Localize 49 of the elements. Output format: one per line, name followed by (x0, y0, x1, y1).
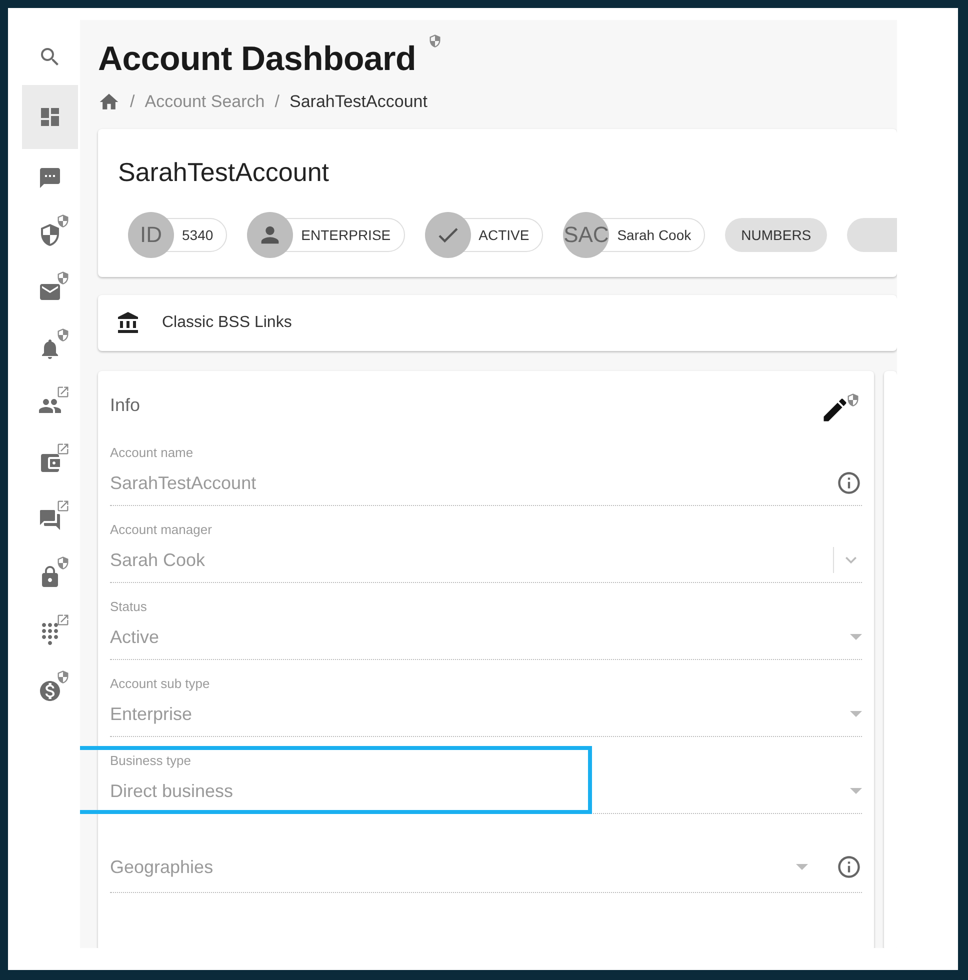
shield-icon (56, 328, 70, 342)
info-icon[interactable] (836, 470, 862, 496)
breadcrumb-separator: / (130, 92, 135, 112)
avatar: SAC (563, 212, 610, 258)
shield-icon (846, 393, 860, 407)
field-label: Account name (110, 445, 194, 461)
account-chip[interactable]: ENTERPRISE (247, 212, 405, 258)
account-chip[interactable]: SAC Sarah Cook (563, 212, 706, 258)
chat-bubbles-icon (38, 508, 62, 532)
person-avatar (247, 212, 294, 258)
shield-icon (56, 670, 70, 684)
account-chip[interactable]: NUMBERS (725, 218, 828, 252)
dollar-icon (38, 678, 62, 702)
breadcrumb-separator: / (274, 92, 280, 112)
shield-icon (428, 34, 442, 48)
account-name: SarahTestAccount (118, 157, 330, 188)
field-label: Account manager (110, 522, 213, 538)
dropdown-arrow-icon (850, 634, 862, 640)
dropdown-arrow-icon (850, 788, 862, 794)
dropdown-arrow-icon (850, 711, 862, 717)
chat-icon (38, 166, 62, 190)
external-link-icon (56, 499, 70, 513)
avatar: ID (128, 212, 174, 258)
bank-icon (116, 311, 140, 335)
page-title: Account Dashboard (98, 40, 416, 79)
links-card[interactable]: Classic BSS Links (98, 295, 897, 351)
external-link-icon (56, 613, 70, 627)
account-chip[interactable]: ACTIVE (424, 212, 544, 258)
external-link-icon (56, 385, 70, 399)
breadcrumb-link[interactable]: SarahTestAccount (289, 92, 428, 112)
field-label: Account sub type (110, 676, 211, 692)
dashboard-icon (38, 105, 62, 129)
field-label: Status (110, 599, 148, 615)
external-link-icon (56, 442, 70, 456)
check-avatar (424, 212, 471, 258)
shield-icon (56, 271, 70, 285)
chip-label: ACTIVE (478, 227, 530, 243)
field-label: Business type (110, 753, 192, 769)
card-title: Info (110, 394, 140, 416)
account-chip[interactable]: ID 5340 (128, 212, 228, 258)
links-title: Classic BSS Links (162, 314, 292, 332)
chip-label: 5340 (182, 227, 214, 243)
chip-label: Sarah Cook (617, 227, 692, 243)
info-icon[interactable] (836, 854, 862, 880)
dropdown-arrow-icon (796, 864, 808, 870)
chip-label: ENTERPRISE (301, 227, 391, 243)
shield-icon (56, 556, 70, 570)
form-field[interactable]: Geographies (110, 856, 790, 878)
sidebar-item[interactable] (22, 85, 78, 149)
